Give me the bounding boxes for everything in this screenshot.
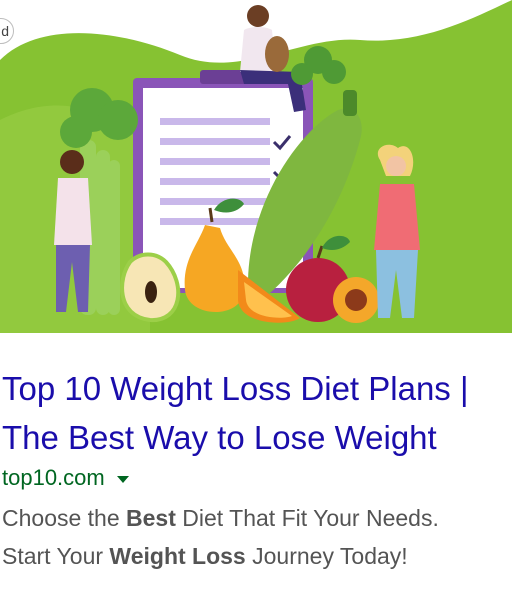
desc-line2-a: Start Your xyxy=(2,543,110,569)
ad-title-line-1[interactable]: Top 10 Weight Loss Diet Plans | xyxy=(2,370,469,407)
desc-line2-bold: Weight Loss xyxy=(109,543,246,569)
ad-hero-image[interactable]: d xyxy=(0,0,512,333)
ad-url-row: top10.com xyxy=(2,463,129,493)
ad-title-line-2[interactable]: The Best Way to Lose Weight xyxy=(2,419,437,456)
desc-line1-a: Choose the xyxy=(2,505,127,531)
desc-line1-b: Diet That Fit Your Needs. xyxy=(175,505,439,531)
dropdown-caret-icon[interactable] xyxy=(116,475,129,483)
display-url[interactable]: top10.com xyxy=(2,465,105,491)
ad-description: Choose the Best Diet That Fit Your Needs… xyxy=(2,499,510,575)
search-ad-card: d Top 10 Weight Loss Diet Plans | The Be… xyxy=(0,0,512,616)
ad-badge-text: d xyxy=(1,23,9,39)
desc-line1-bold: Best xyxy=(126,505,176,531)
diet-plan-illustration xyxy=(0,0,512,333)
desc-line2-b: Journey Today! xyxy=(245,543,408,569)
ad-title-link[interactable]: Top 10 Weight Loss Diet Plans | The Best… xyxy=(2,364,510,462)
